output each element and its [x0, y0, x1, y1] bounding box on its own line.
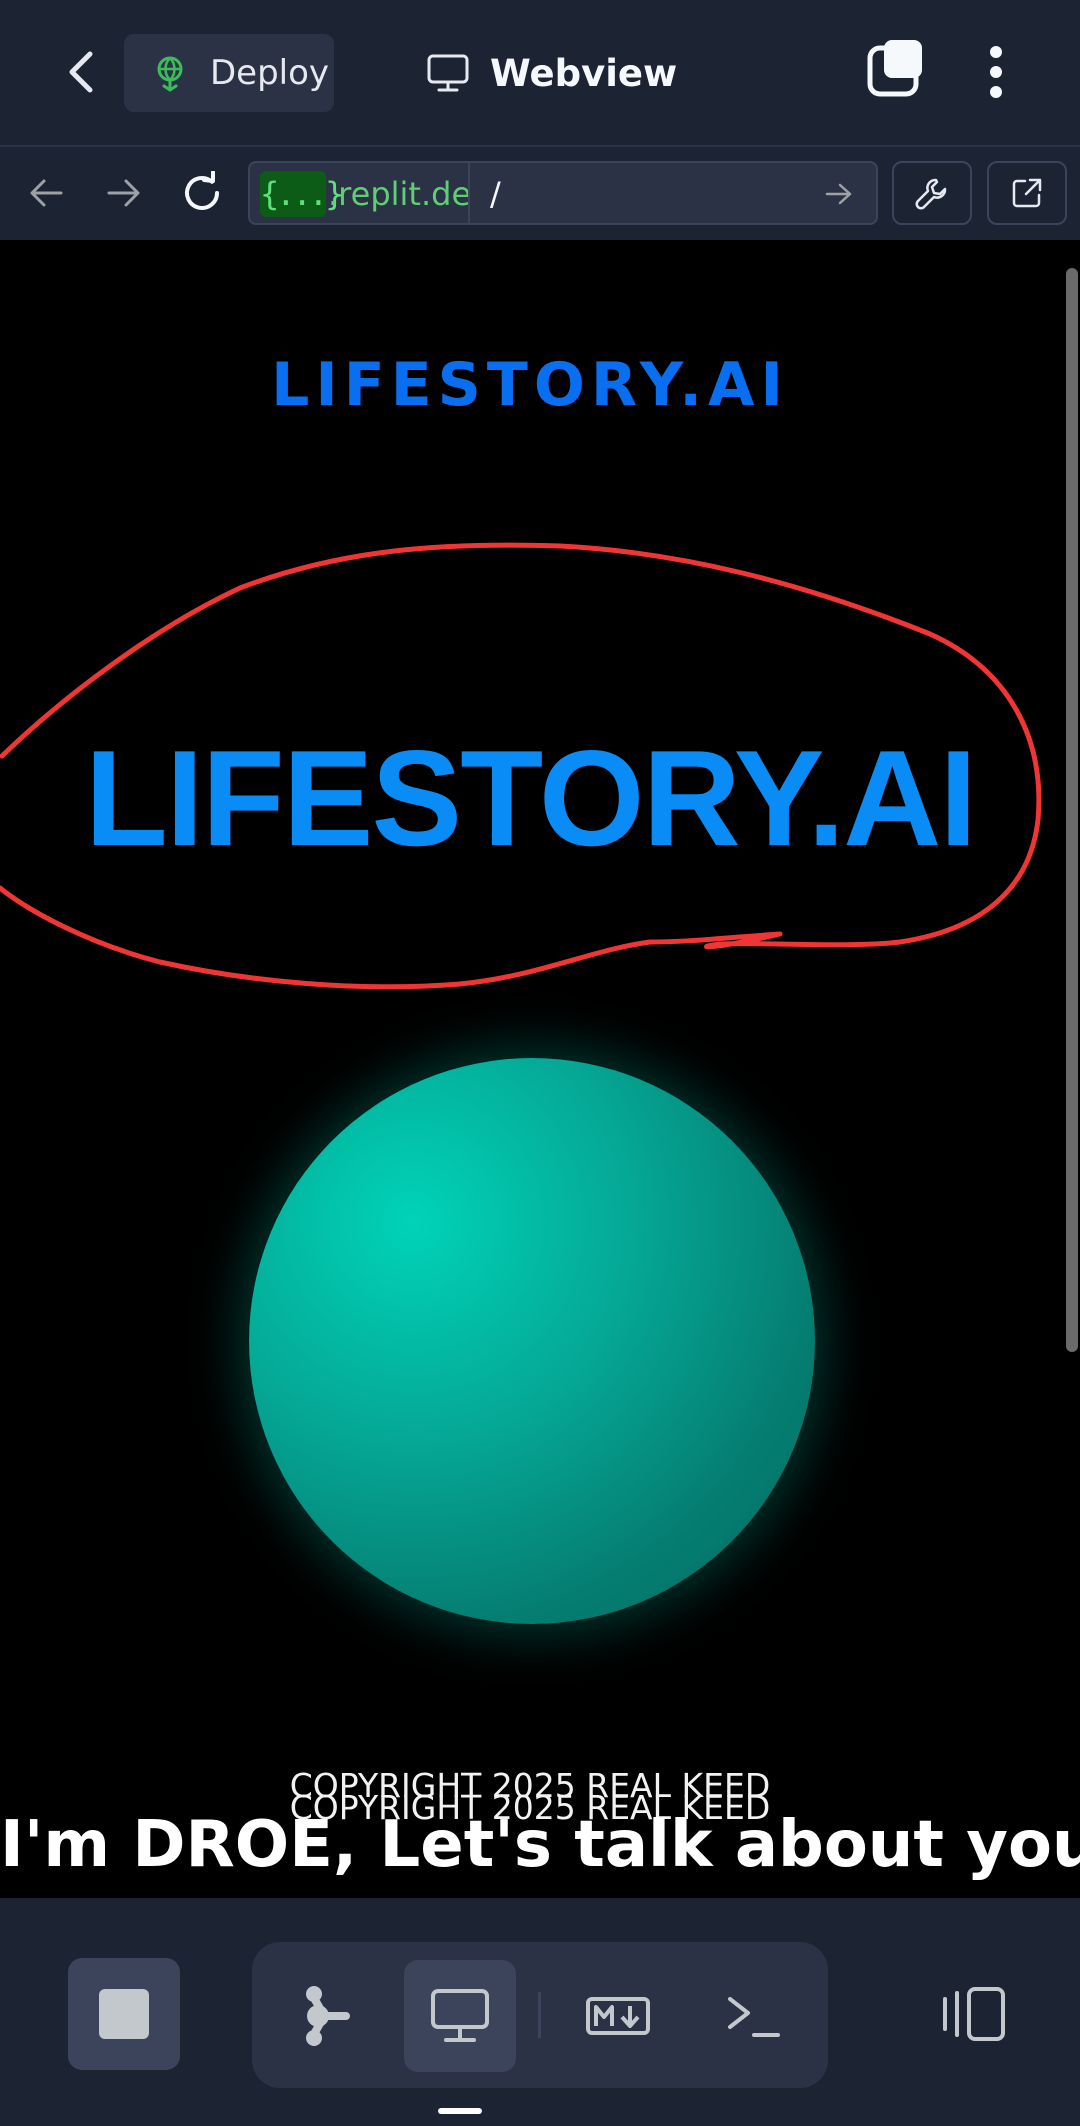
- deploy-button[interactable]: Deploy: [124, 34, 334, 112]
- reload-icon[interactable]: [176, 167, 228, 219]
- url-divider: [468, 163, 470, 223]
- url-path: /: [490, 175, 501, 213]
- home-indicator[interactable]: [438, 2108, 482, 2114]
- stop-square-icon: [99, 1989, 149, 2039]
- agent-nodes-icon[interactable]: [270, 1960, 382, 2072]
- stop-button[interactable]: [68, 1958, 180, 2070]
- nav-back-arrow-icon[interactable]: [20, 167, 72, 219]
- app-top-bar: Deploy Webview: [0, 0, 1080, 145]
- back-chevron-icon[interactable]: [52, 42, 112, 102]
- webview-scrollbar[interactable]: [1066, 268, 1078, 1352]
- pane-divider: [538, 1992, 541, 2038]
- red-circle-annotation: [0, 542, 1042, 990]
- teal-orb[interactable]: [249, 1058, 815, 1624]
- url-bar: {...} .replit.de /: [0, 145, 1080, 242]
- webview-content: LIFESTORY.AI LIFESTORY.AI COPYRIGHT 2025…: [0, 240, 1080, 1898]
- webview-tab-title[interactable]: Webview: [424, 40, 677, 106]
- rocket-globe-icon: [148, 51, 192, 95]
- url-input[interactable]: {...} .replit.de /: [248, 161, 878, 225]
- tab-title-label: Webview: [490, 51, 678, 95]
- more-options-icon[interactable]: [966, 36, 1026, 108]
- bottom-tool-bar: [0, 1898, 1080, 2126]
- markdown-icon[interactable]: [562, 1960, 674, 2072]
- nav-forward-arrow-icon[interactable]: [98, 167, 150, 219]
- site-logo-text: LIFESTORY.AI: [271, 350, 789, 420]
- open-tabs-button[interactable]: [862, 36, 934, 108]
- deploy-label: Deploy: [210, 53, 330, 93]
- monitor-icon: [424, 49, 472, 97]
- layout-panels-icon[interactable]: [918, 1958, 1030, 2070]
- monitor-icon[interactable]: [404, 1960, 516, 2072]
- repl-domain-chip: {...}: [260, 171, 344, 217]
- intro-tagline: I'm DROE, Let's talk about your: [0, 1808, 1080, 1882]
- go-arrow-icon[interactable]: [816, 171, 862, 217]
- devtools-wrench-icon[interactable]: [892, 161, 972, 225]
- pane-switcher: [252, 1942, 828, 2088]
- open-external-icon[interactable]: [987, 161, 1067, 225]
- url-host: .replit.de: [328, 175, 468, 213]
- terminal-icon[interactable]: [698, 1960, 810, 2072]
